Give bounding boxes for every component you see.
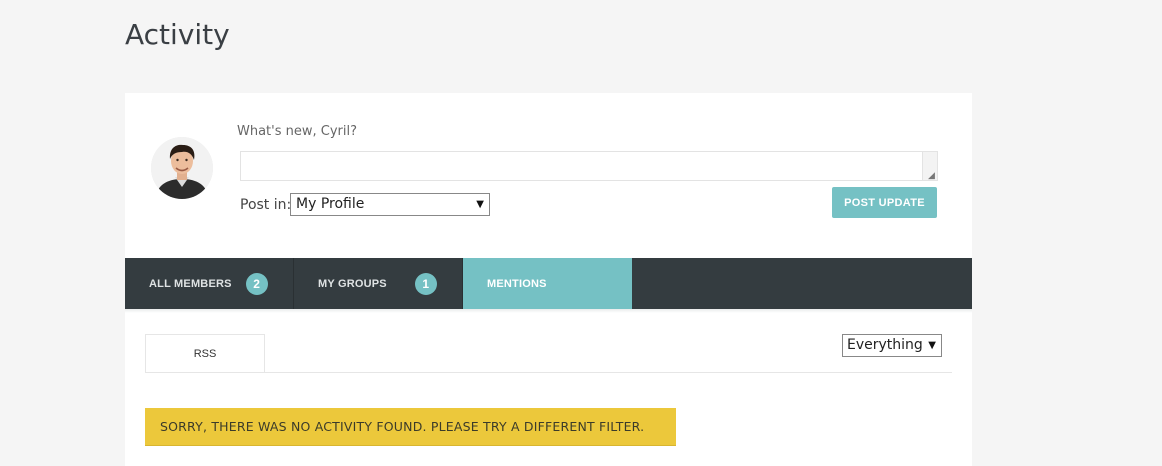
- activity-card: What's new, Cyril? ◢ Post in: My Profile…: [125, 93, 972, 466]
- post-update-button[interactable]: POST UPDATE: [832, 187, 937, 218]
- resize-grip-icon[interactable]: ◢: [928, 171, 935, 180]
- tab-label: ALL MEMBERS: [149, 277, 232, 290]
- post-in-label: Post in:: [240, 197, 292, 213]
- post-in-selected-value: My Profile: [296, 196, 365, 212]
- activity-tabs: ALL MEMBERS 2 MY GROUPS 1 MENTIONS: [125, 258, 972, 309]
- tab-label: MY GROUPS: [318, 277, 387, 290]
- no-activity-notice: SORRY, THERE WAS NO ACTIVITY FOUND. PLEA…: [145, 408, 676, 446]
- tab-all-members[interactable]: ALL MEMBERS 2: [125, 258, 294, 309]
- activity-filter-select[interactable]: Everything ▼: [842, 334, 942, 357]
- count-badge: 2: [245, 272, 268, 295]
- status-update-textarea[interactable]: [240, 151, 938, 181]
- tabbar-shadow: [125, 309, 972, 313]
- whats-new-prompt: What's new, Cyril?: [237, 124, 358, 139]
- page-title: Activity: [125, 18, 230, 51]
- tab-mentions[interactable]: MENTIONS: [463, 258, 632, 309]
- user-avatar[interactable]: [151, 137, 213, 199]
- post-in-select[interactable]: My Profile ▼: [290, 193, 490, 216]
- count-badge: 1: [414, 272, 437, 295]
- tab-label: MENTIONS: [487, 277, 547, 290]
- rss-link[interactable]: RSS: [145, 334, 265, 373]
- filter-selected-value: Everything: [847, 337, 923, 353]
- dropdown-arrow-icon: ▼: [476, 199, 484, 210]
- tab-my-groups[interactable]: MY GROUPS 1: [294, 258, 463, 309]
- subnav-divider: [145, 372, 952, 373]
- dropdown-arrow-icon: ▼: [928, 340, 936, 351]
- avatar-photo-icon: [151, 137, 213, 199]
